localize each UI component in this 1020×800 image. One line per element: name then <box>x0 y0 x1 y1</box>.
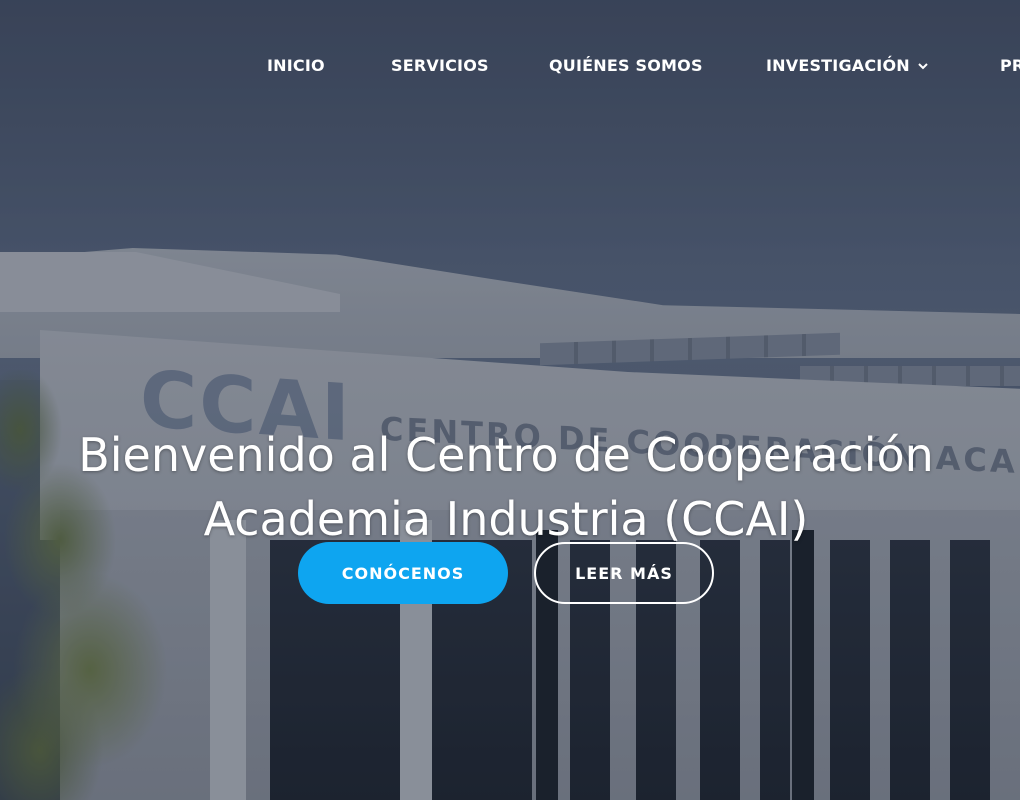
nav-item-quienes-somos[interactable]: QUIÉNES SOMOS <box>549 56 703 75</box>
hero-title: Bienvenido al Centro de Cooperación Acad… <box>0 423 1012 551</box>
nav-item-inicio[interactable]: INICIO <box>267 56 325 75</box>
nav-item-investigacion[interactable]: INVESTIGACIÓN <box>766 56 928 76</box>
nav-item-investigacion-label: INVESTIGACIÓN <box>766 56 910 75</box>
hero-title-line1: Bienvenido al Centro de Cooperación <box>78 427 934 482</box>
leer-mas-button[interactable]: LEER MÁS <box>534 542 714 604</box>
chevron-down-icon <box>918 55 928 74</box>
nav-item-servicios[interactable]: SERVICIOS <box>391 56 489 75</box>
nav-item-truncated[interactable]: PR <box>1000 56 1020 75</box>
hero-dark-overlay <box>0 0 1020 800</box>
hero-title-line2: Academia Industria (CCAI) <box>203 491 809 546</box>
conocenos-button[interactable]: CONÓCENOS <box>298 542 508 604</box>
hero-section: CCAI CENTRO DE COOPERACIÓN ACADEMIA INDU… <box>0 0 1020 800</box>
main-nav: INICIO SERVICIOS QUIÉNES SOMOS INVESTIGA… <box>0 56 1020 78</box>
